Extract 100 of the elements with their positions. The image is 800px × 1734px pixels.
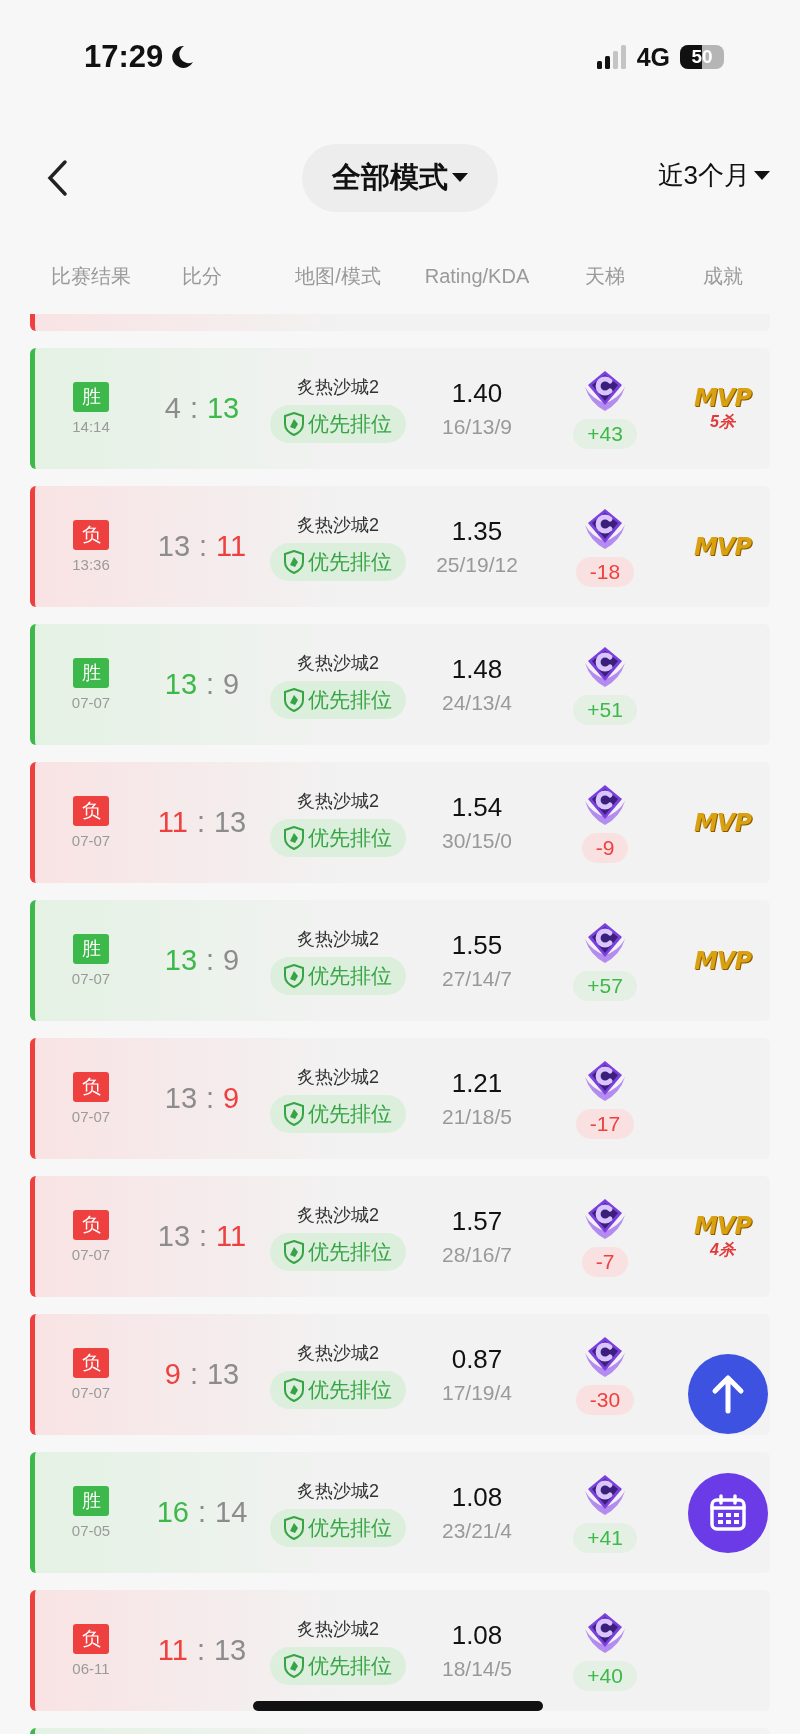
mode-tag: 优先排位 [270, 1094, 406, 1133]
ladder-change: +41 [573, 1522, 637, 1553]
mode-tag: 优先排位 [270, 542, 406, 581]
team-score: 11 [216, 1220, 247, 1253]
team-score: 13 [157, 530, 191, 563]
score-separator: : [196, 806, 205, 839]
match-card[interactable]: 负 07-07 13 : 11 炙热沙城2 优先排位 1.57 28/16/7 -7 MVP 4杀 [30, 1176, 770, 1297]
kda-value: 28/16/7 [441, 1243, 513, 1267]
rating-value: 0.87 [451, 1344, 503, 1375]
map-name: 炙热沙城2 [297, 513, 379, 537]
team-score: 11 [216, 530, 247, 563]
team-score: 11 [157, 1634, 188, 1667]
match-card[interactable]: 胜 07-07 13 : 9 炙热沙城2 优先排位 1.55 27/14/7 +57 MVP [30, 900, 770, 1021]
match-card[interactable]: 胜 07-07 13 : 9 炙热沙城2 优先排位 1.48 24/13/4 +51 [30, 624, 770, 745]
column-header: 天梯 [584, 263, 626, 289]
kda-value: 27/14/7 [441, 967, 513, 991]
column-header: 比分 [181, 263, 223, 289]
team-score: 9 [223, 1082, 240, 1115]
mvp-label: MVP [693, 808, 751, 837]
mode-tag: 优先排位 [270, 1232, 406, 1271]
match-card[interactable]: 胜 14:14 4 : 13 炙热沙城2 优先排位 1.40 16/13/9 +43 MVP 5杀 [30, 348, 770, 469]
shield-icon [284, 411, 304, 436]
score-separator: : [206, 1082, 215, 1115]
multikill-label: 5杀 [710, 412, 735, 432]
ladder-change: +43 [573, 418, 637, 449]
score-separator: : [206, 668, 215, 701]
shield-icon [284, 825, 304, 850]
team-score: 13 [213, 1634, 247, 1667]
kda-value: 21/18/5 [441, 1105, 513, 1129]
match-card[interactable]: 负 06-11 11 : 13 炙热沙城2 优先排位 1.08 18/14/5 +40 [30, 1590, 770, 1711]
team-score: 11 [157, 806, 188, 839]
mode-dropdown[interactable]: 全部模式 [302, 144, 498, 212]
column-header: 地图/模式 [294, 263, 382, 289]
shield-icon [284, 1239, 304, 1264]
score-separator: : [206, 944, 215, 977]
clock-time: 17:29 [84, 39, 164, 75]
match-card[interactable]: 负 13:36 13 : 11 炙热沙城2 优先排位 1.35 25/19/12 -18 MVP [30, 486, 770, 607]
mode-tag: 优先排位 [270, 818, 406, 857]
rating-value: 1.54 [451, 792, 503, 823]
network-label: 4G [636, 42, 670, 72]
column-header: Rating/KDA [423, 264, 531, 288]
rating-value: 1.08 [451, 1620, 503, 1651]
ladder-change: -30 [575, 1384, 635, 1415]
map-name: 炙热沙城2 [297, 927, 379, 951]
map-name: 炙热沙城2 [297, 1617, 379, 1641]
moon-icon [169, 44, 196, 70]
team-score: 13 [164, 668, 198, 701]
mvp-label: MVP [693, 384, 751, 412]
caret-icon [754, 170, 770, 181]
result-badge: 负 [73, 796, 109, 826]
shield-icon [284, 963, 304, 988]
match-time: 07-07 [71, 694, 111, 711]
score-separator: : [189, 1358, 198, 1391]
map-name: 炙热沙城2 [297, 651, 379, 675]
match-time: 06-11 [72, 1660, 110, 1677]
match-time: 07-07 [71, 832, 111, 849]
arrow-up-icon [711, 1374, 745, 1414]
map-name: 炙热沙城2 [297, 789, 379, 813]
rating-value: 1.40 [451, 378, 503, 409]
mvp-label: MVP [693, 1212, 751, 1240]
ladder-change: +57 [573, 970, 637, 1001]
match-card[interactable]: 负 07-07 13 : 9 炙热沙城2 优先排位 1.21 21/18/5 -17 [30, 1038, 770, 1159]
ladder-change: +51 [573, 694, 637, 725]
mode-tag: 优先排位 [270, 1508, 406, 1547]
score-separator: : [196, 1634, 205, 1667]
team-score: 9 [223, 668, 240, 701]
shield-icon [284, 1101, 304, 1126]
kda-value: 18/14/5 [441, 1657, 513, 1681]
result-badge: 胜 [73, 934, 109, 964]
mode-tag: 优先排位 [270, 1646, 406, 1685]
match-time: 07-07 [71, 1246, 111, 1263]
ladder-change: +40 [573, 1660, 637, 1691]
mode-tag: 优先排位 [270, 956, 406, 995]
team-score: 9 [164, 1358, 181, 1391]
match-card[interactable]: 负 07-07 9 : 13 炙热沙城2 优先排位 0.87 17/19/4 -30 [30, 1314, 770, 1435]
shield-icon [284, 1515, 304, 1540]
ladder-change: -9 [581, 832, 629, 863]
kda-value: 17/19/4 [441, 1381, 513, 1405]
column-header: 比赛结果 [50, 263, 132, 289]
score-separator: : [199, 1220, 208, 1253]
team-score: 16 [156, 1496, 189, 1529]
period-dropdown[interactable]: 近3个月 [657, 158, 770, 193]
team-score: 13 [213, 806, 247, 839]
shield-icon [284, 1377, 304, 1402]
result-badge: 负 [73, 1348, 109, 1378]
match-card[interactable]: 负 07-07 11 : 13 炙热沙城2 优先排位 1.54 30/15/0 -9 MVP [30, 762, 770, 883]
mode-tag: 优先排位 [270, 404, 406, 443]
rating-value: 1.35 [451, 516, 503, 547]
team-score: 13 [164, 1082, 198, 1115]
match-time: 07-07 [71, 1108, 111, 1125]
ladder-change: -7 [581, 1246, 629, 1277]
score-separator: : [189, 392, 198, 425]
map-name: 炙热沙城2 [297, 1341, 379, 1365]
shield-icon [284, 687, 304, 712]
map-name: 炙热沙城2 [297, 1203, 379, 1227]
match-card[interactable]: 胜 07-05 16 : 14 炙热沙城2 优先排位 1.08 23/21/4 +41 [30, 1452, 770, 1573]
match-time: 07-05 [71, 1522, 111, 1539]
team-score: 13 [164, 944, 198, 977]
result-badge: 负 [73, 520, 109, 550]
team-score: 13 [206, 1358, 240, 1391]
